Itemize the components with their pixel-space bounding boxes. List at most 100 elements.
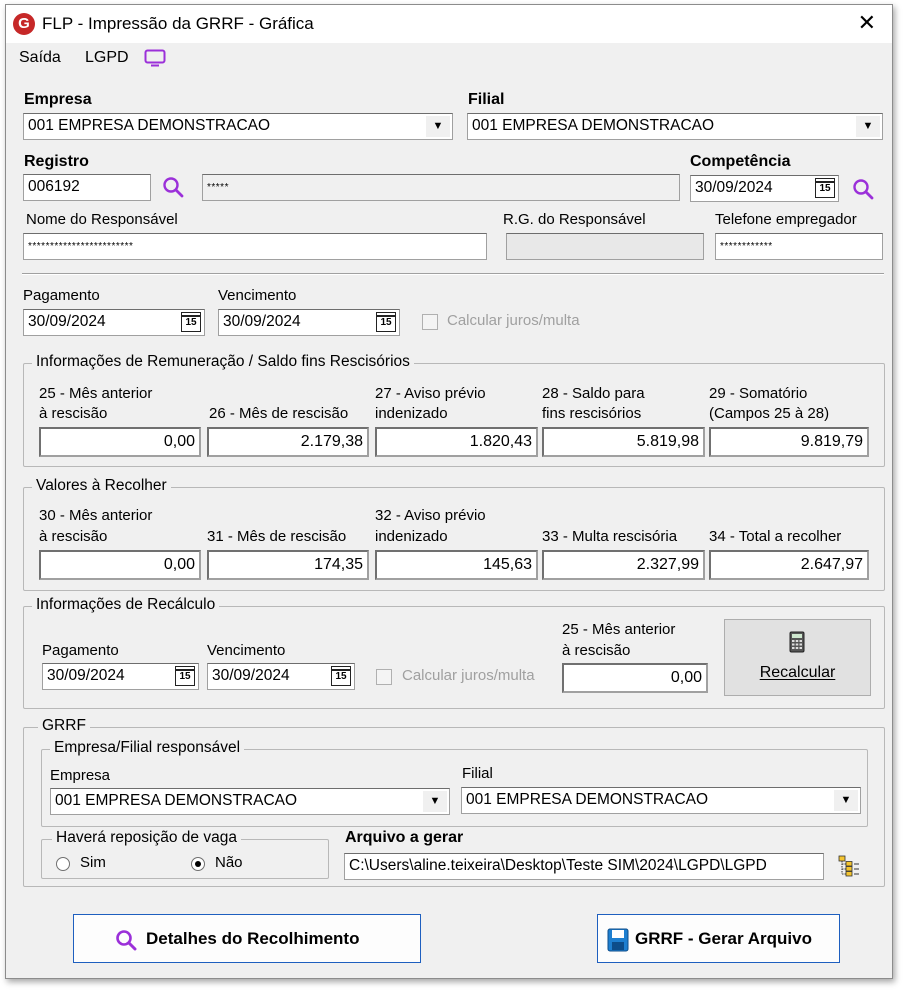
field-25-label-1: 25 - Mês anterior [39,385,153,402]
recalculo-juros-label: Calcular juros/multa [402,667,535,684]
vencimento-value: 30/09/2024 [223,313,301,330]
empresa-value: 001 EMPRESA DEMONSTRACAO [28,117,271,134]
calcular-juros-label: Calcular juros/multa [447,312,580,329]
arquivo-label: Arquivo a gerar [345,829,464,846]
recalculo-pagamento-value: 30/09/2024 [47,667,125,684]
grrf-filial-select[interactable]: 001 EMPRESA DEMONSTRACAO ▼ [461,787,861,814]
separator [22,273,884,275]
field-30-input[interactable]: 0,00 [39,550,201,580]
field-26-input[interactable]: 2.179,38 [207,427,369,457]
rg-responsavel-input[interactable] [506,233,704,260]
chevron-down-icon[interactable]: ▼ [426,116,450,137]
field-28-input[interactable]: 5.819,98 [542,427,705,457]
grrf-empresa-value: 001 EMPRESA DEMONSTRACAO [55,792,298,809]
grrf-filial-label: Filial [462,765,493,782]
close-icon[interactable]: ✕ [858,10,876,36]
field-32-input[interactable]: 145,63 [375,550,538,580]
remuneracao-title: Informações de Remuneração / Saldo fins … [32,353,414,371]
remuneracao-group: Informações de Remuneração / Saldo fins … [23,353,885,467]
empresa-label: Empresa [24,91,92,108]
field-31-input[interactable]: 174,35 [207,550,369,580]
nome-responsavel-input[interactable]: ************************ [23,233,487,260]
recalculo-pagamento-input[interactable]: 30/09/2024 15 [42,663,199,690]
grrf-empresa-select[interactable]: 001 EMPRESA DEMONSTRACAO ▼ [50,788,450,815]
main-window: G FLP - Impressão da GRRF - Gráfica ✕ Sa… [5,4,893,979]
filial-value: 001 EMPRESA DEMONSTRACAO [472,117,715,134]
detalhes-recolhimento-label: Detalhes do Recolhimento [146,929,360,948]
reposicao-vaga-group: Haverá reposição de vaga Sim Não [41,829,329,879]
competencia-label: Competência [690,153,791,170]
empresa-select[interactable]: 001 EMPRESA DEMONSTRACAO ▼ [23,113,453,140]
calendar-icon[interactable]: 15 [331,666,351,686]
vencimento-input[interactable]: 30/09/2024 15 [218,309,400,336]
field-31-label: 31 - Mês de rescisão [207,528,347,545]
recalculo-juros-checkbox[interactable] [376,669,392,685]
chevron-down-icon[interactable]: ▼ [423,791,447,812]
calendar-icon[interactable]: 15 [181,312,201,332]
app-logo-icon: G [13,13,35,35]
recalculo-mes-input[interactable]: 0,00 [562,663,708,693]
field-25-input[interactable]: 0,00 [39,427,201,457]
field-34-input[interactable]: 2.647,97 [709,550,869,580]
field-25-label-2: à rescisão [39,405,108,422]
recalcular-label: Recalcular [759,664,836,681]
calendar-icon[interactable]: 15 [175,666,195,686]
pagamento-value: 30/09/2024 [28,313,106,330]
field-29-input[interactable]: 9.819,79 [709,427,869,457]
radio-nao-label: Não [215,854,243,871]
competencia-input[interactable]: 30/09/2024 15 [690,175,839,202]
radio-nao[interactable] [191,857,205,871]
competencia-value: 30/09/2024 [695,179,773,196]
detalhes-recolhimento-button[interactable]: Detalhes do Recolhimento [73,914,421,963]
gerar-arquivo-button[interactable]: GRRF - Gerar Arquivo [597,914,840,963]
field-27-label-2: indenizado [375,405,448,422]
search-icon [116,930,137,951]
recolher-title: Valores à Recolher [32,477,171,495]
search-icon[interactable] [161,175,185,199]
recalculo-vencimento-label: Vencimento [207,642,286,659]
telefone-input[interactable]: ************ [715,233,883,260]
field-33-label: 33 - Multa rescisória [542,528,678,545]
filial-label: Filial [468,91,505,108]
recalculo-mes-label-1: 25 - Mês anterior [562,621,676,638]
rg-responsavel-label: R.G. do Responsável [503,211,646,228]
search-icon[interactable] [851,177,875,201]
field-32-label-2: indenizado [375,528,448,545]
folder-tree-icon[interactable] [838,855,860,877]
chevron-down-icon[interactable]: ▼ [856,116,880,137]
chevron-down-icon[interactable]: ▼ [834,790,858,811]
pagamento-input[interactable]: 30/09/2024 15 [23,309,205,336]
menu-lgpd[interactable]: LGPD [85,49,129,67]
arquivo-input[interactable]: C:\Users\aline.teixeira\Desktop\Teste SI… [344,853,824,880]
recalcular-button[interactable]: Recalcular [724,619,871,696]
filial-select[interactable]: 001 EMPRESA DEMONSTRACAO ▼ [467,113,883,140]
empresa-filial-responsavel-group: Empresa/Filial responsável Empresa 001 E… [41,739,868,827]
pagamento-label: Pagamento [23,287,100,304]
monitor-icon[interactable] [144,49,166,67]
calendar-icon[interactable]: 15 [376,312,396,332]
registro-name-field: ***** [202,174,680,201]
field-28-label-1: 28 - Saldo para [542,385,645,402]
grrf-empresa-label: Empresa [50,767,111,784]
menu-saida[interactable]: Saída [19,49,61,67]
field-29-label-2: (Campos 25 à 28) [709,405,830,422]
recolher-group: Valores à Recolher 30 - Mês anterior à r… [23,477,885,591]
recalculo-pagamento-label: Pagamento [42,642,119,659]
empresa-filial-responsavel-title: Empresa/Filial responsável [50,739,245,757]
calendar-icon[interactable]: 15 [815,178,835,198]
field-27-input[interactable]: 1.820,43 [375,427,538,457]
registro-input[interactable]: 006192 [23,174,151,201]
radio-sim[interactable] [56,857,70,871]
recalculo-vencimento-input[interactable]: 30/09/2024 15 [207,663,355,690]
recalculo-group: Informações de Recálculo Pagamento 30/09… [23,596,885,709]
calcular-juros-checkbox[interactable] [422,314,438,330]
field-30-label-1: 30 - Mês anterior [39,507,153,524]
grrf-filial-value: 001 EMPRESA DEMONSTRACAO [466,791,709,808]
field-30-label-2: à rescisão [39,528,108,545]
field-34-label: 34 - Total a recolher [709,528,842,545]
grrf-group: GRRF Empresa/Filial responsável Empresa … [23,717,885,887]
reposicao-vaga-title: Haverá reposição de vaga [52,829,241,847]
field-27-label-1: 27 - Aviso prévio [375,385,486,402]
field-33-input[interactable]: 2.327,99 [542,550,705,580]
calculator-icon [789,631,805,653]
